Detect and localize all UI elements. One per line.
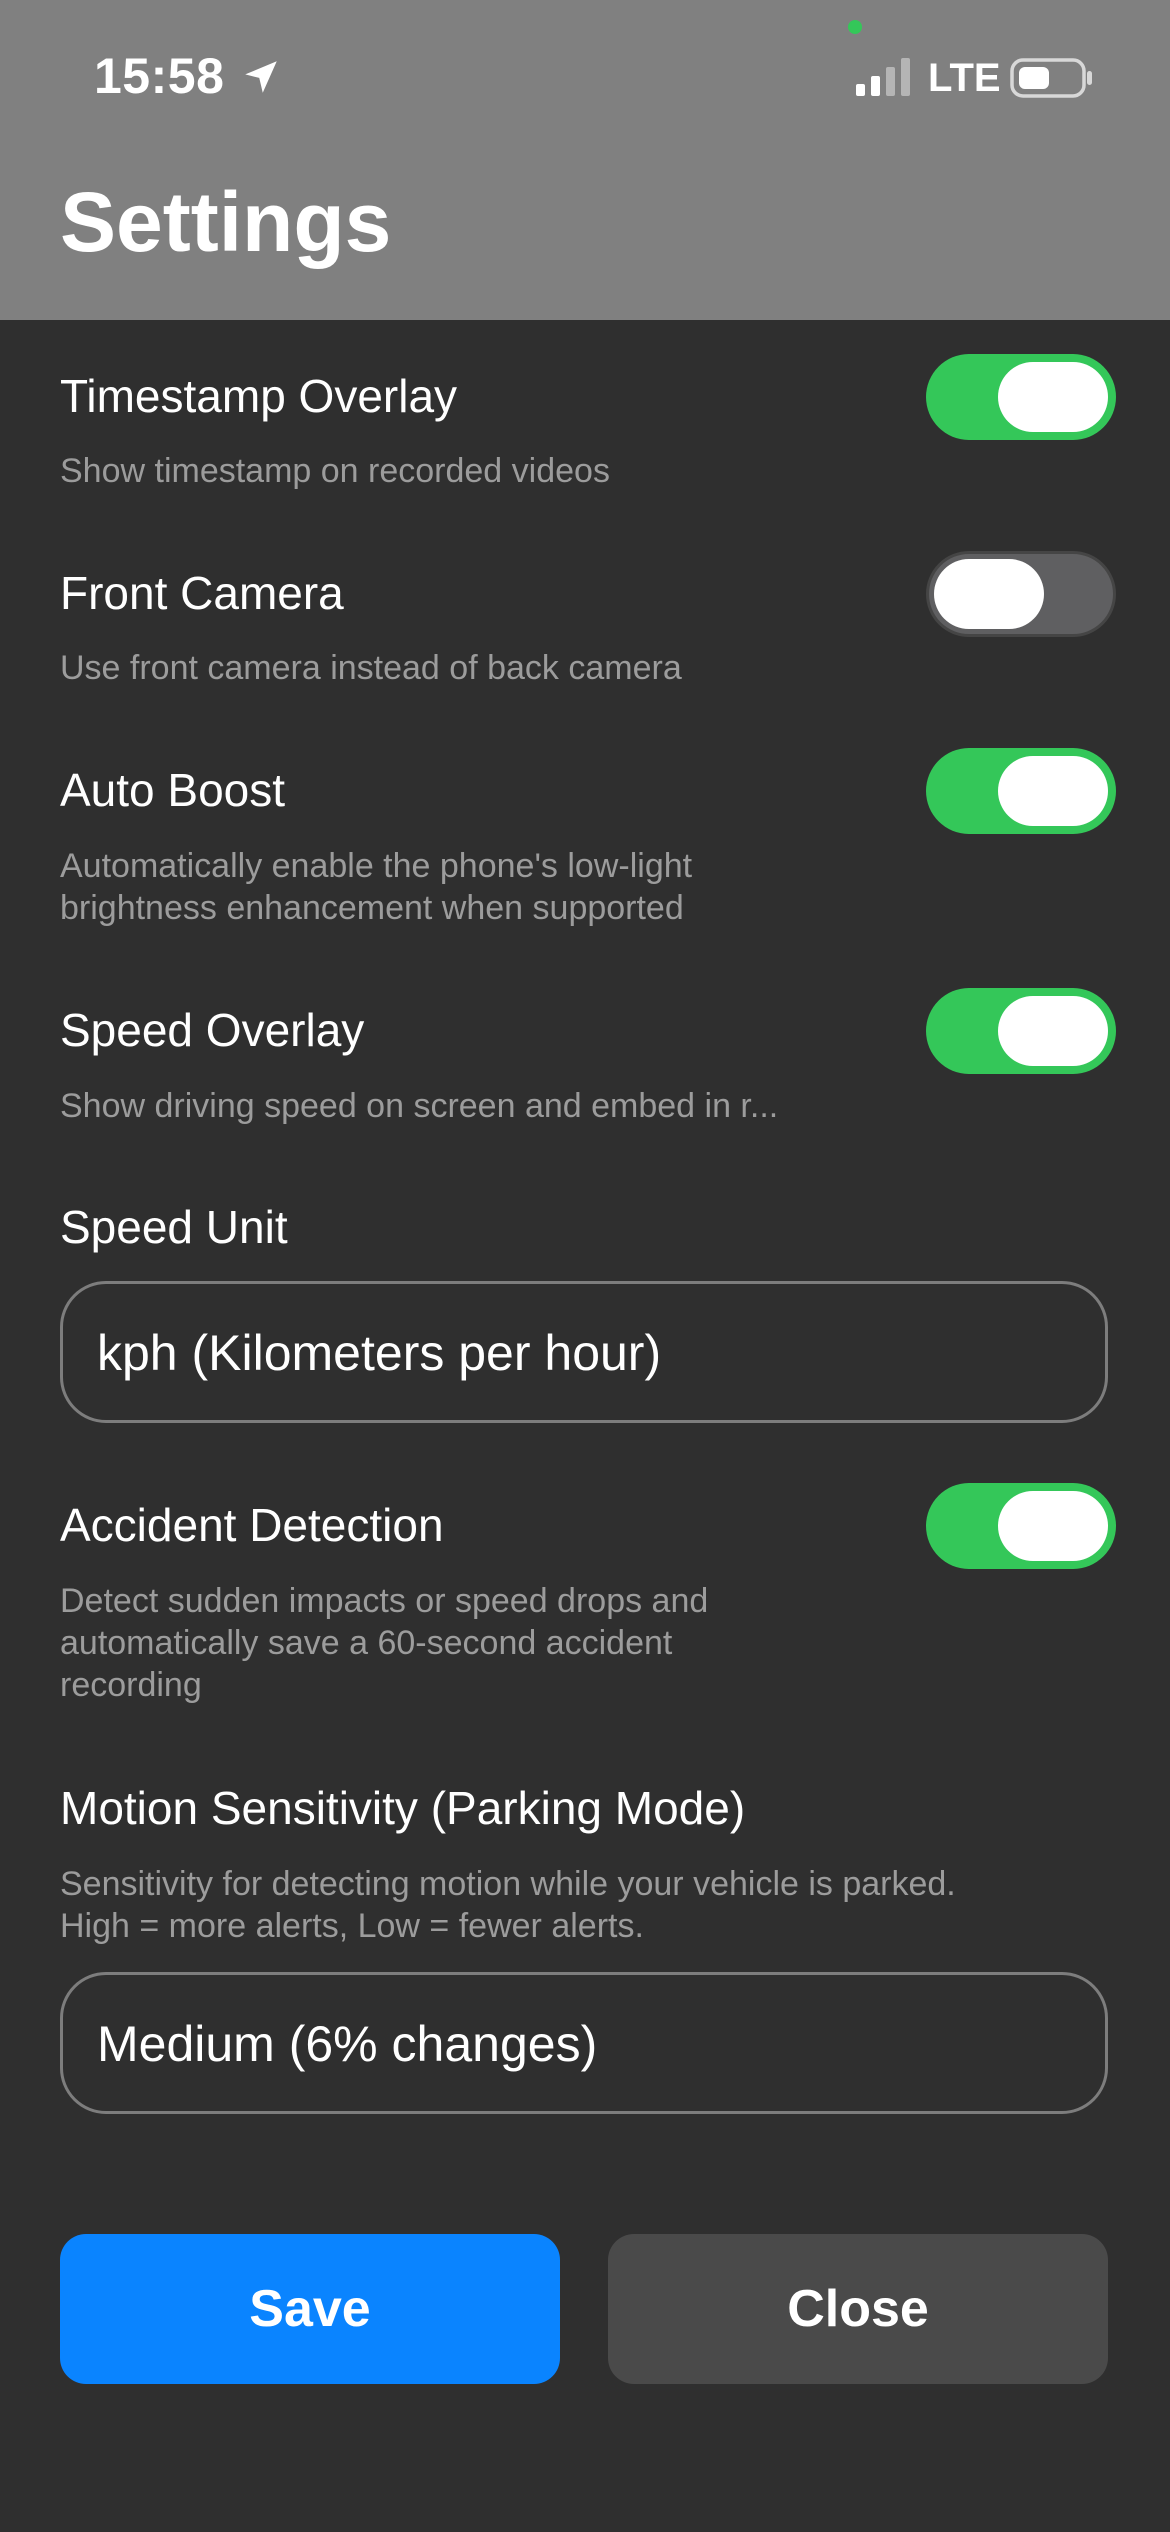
save-button[interactable]: Save: [60, 2234, 560, 2384]
accident-detection-description-line3: recording: [60, 1666, 202, 1704]
accident-detection-description-line1: Detect sudden impacts or speed drops and: [60, 1582, 709, 1620]
speed-overlay-toggle[interactable]: [926, 988, 1116, 1074]
network-type-label: LTE: [928, 56, 1001, 100]
settings-screen: 15:58 LTE Settings Timestamp Overlay Sho…: [0, 0, 1170, 2532]
timestamp-overlay-description: Show timestamp on recorded videos: [60, 452, 610, 490]
auto-boost-title: Auto Boost: [60, 764, 286, 816]
speed-unit-value: kph (Kilometers per hour): [97, 1325, 662, 1381]
auto-boost-description-line1: Automatically enable the phone's low-lig…: [60, 847, 693, 885]
header: 15:58 LTE Settings: [0, 0, 1170, 320]
motion-sensitivity-value: Medium (6% changes): [97, 2016, 598, 2072]
speed-overlay-description: Show driving speed on screen and embed i…: [60, 1087, 779, 1125]
cellular-signal-icon: [856, 58, 910, 96]
save-button-label: Save: [249, 2280, 371, 2338]
auto-boost-toggle[interactable]: [926, 748, 1116, 834]
close-button[interactable]: Close: [608, 2234, 1108, 2384]
toggle-knob: [998, 1491, 1108, 1561]
page-title: Settings: [60, 175, 392, 269]
timestamp-overlay-toggle[interactable]: [926, 354, 1116, 440]
motion-sensitivity-title: Motion Sensitivity (Parking Mode): [60, 1782, 746, 1834]
toggle-knob: [998, 362, 1108, 432]
accident-detection-title: Accident Detection: [60, 1499, 444, 1551]
toggle-knob: [998, 996, 1108, 1066]
status-time: 15:58: [94, 48, 225, 104]
speed-overlay-title: Speed Overlay: [60, 1004, 365, 1056]
front-camera-toggle[interactable]: [926, 551, 1116, 637]
location-arrow-icon: [245, 61, 277, 93]
close-button-label: Close: [787, 2280, 929, 2338]
accident-detection-description-line2: automatically save a 60-second accident: [60, 1624, 673, 1662]
motion-sensitivity-description-line1: Sensitivity for detecting motion while y…: [60, 1865, 956, 1903]
speed-unit-title: Speed Unit: [60, 1201, 288, 1253]
front-camera-title: Front Camera: [60, 567, 344, 619]
motion-sensitivity-select[interactable]: Medium (6% changes): [60, 1972, 1108, 2114]
toggle-knob: [998, 756, 1108, 826]
accident-detection-toggle[interactable]: [926, 1483, 1116, 1569]
motion-sensitivity-description-line2: High = more alerts, Low = fewer alerts.: [60, 1907, 644, 1945]
speed-unit-select[interactable]: kph (Kilometers per hour): [60, 1281, 1108, 1423]
toggle-knob: [934, 559, 1044, 629]
auto-boost-description-line2: brightness enhancement when supported: [60, 889, 684, 927]
battery-icon: [1010, 58, 1092, 98]
timestamp-overlay-title: Timestamp Overlay: [60, 370, 458, 422]
front-camera-description: Use front camera instead of back camera: [60, 649, 682, 687]
privacy-indicator-dot: [848, 20, 862, 34]
